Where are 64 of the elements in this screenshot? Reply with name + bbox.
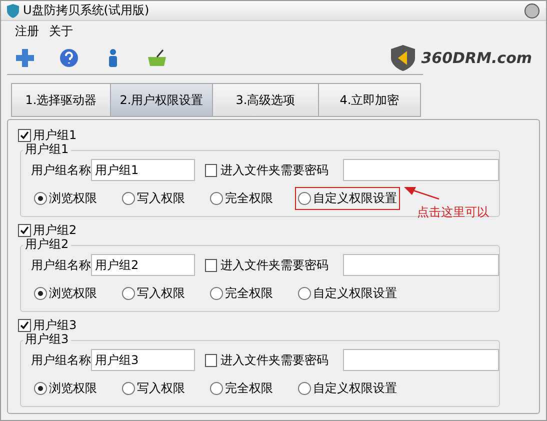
close-icon[interactable] xyxy=(524,2,540,19)
radio-label: 完全权限 xyxy=(225,380,273,397)
radio-label: 浏览权限 xyxy=(49,190,97,207)
window-title: U盘防拷贝系统(试用版) xyxy=(23,2,150,20)
frame-legend: 用户组3 xyxy=(23,332,71,346)
radio-button[interactable] xyxy=(34,192,47,205)
radio-button[interactable] xyxy=(210,382,223,395)
radio-button[interactable] xyxy=(122,382,135,395)
tab[interactable]: 2.用户权限设置 xyxy=(111,83,213,117)
radio-label: 完全权限 xyxy=(225,285,273,302)
shield-icon xyxy=(7,4,19,18)
group-checkbox[interactable] xyxy=(18,224,31,236)
radio-label: 写入权限 xyxy=(137,190,185,207)
help-icon[interactable] xyxy=(59,48,79,68)
logo-text: 360DRM.com xyxy=(421,49,532,68)
radio-label: 完全权限 xyxy=(225,190,273,207)
radio-label: 自定义权限设置 xyxy=(313,380,397,397)
tab[interactable]: 4.立即加密 xyxy=(319,83,421,117)
logo-icon xyxy=(391,45,416,72)
password-field[interactable] xyxy=(343,159,500,181)
checkbox-label: 用户组3 xyxy=(33,316,77,333)
frame-legend: 用户组2 xyxy=(23,237,71,251)
radio-label: 自定义权限设置 xyxy=(313,190,397,207)
group-name-field[interactable]: 用户组1 xyxy=(91,159,195,181)
checkbox-label: 进入文件夹需要密码 xyxy=(220,162,330,178)
radio-button[interactable] xyxy=(122,192,135,205)
tab[interactable]: 1.选择驱动器 xyxy=(11,83,111,117)
menu-item[interactable]: 注册 xyxy=(15,23,39,40)
radio-button[interactable] xyxy=(210,287,223,300)
radio-label: 写入权限 xyxy=(137,285,185,302)
group-checkbox[interactable] xyxy=(18,128,31,142)
tab[interactable]: 3.高级选项 xyxy=(213,83,319,117)
basket-icon[interactable] xyxy=(147,48,167,68)
radio-button[interactable] xyxy=(298,382,311,395)
radio-label: 自定义权限设置 xyxy=(313,285,397,302)
radio-button[interactable] xyxy=(34,287,47,300)
field-label: 用户组名称 xyxy=(31,256,91,274)
radio-label: 写入权限 xyxy=(137,380,185,397)
field-label: 用户组名称 xyxy=(31,352,91,368)
group-name-field[interactable]: 用户组2 xyxy=(91,254,195,276)
group-checkbox[interactable] xyxy=(18,318,31,332)
checkbox-label: 用户组2 xyxy=(33,222,77,238)
checkbox-label: 进入文件夹需要密码 xyxy=(220,352,330,368)
password-checkbox[interactable] xyxy=(204,164,218,176)
radio-label: 浏览权限 xyxy=(49,285,97,302)
radio-button[interactable] xyxy=(122,287,135,300)
password-field[interactable] xyxy=(343,254,500,276)
annotation-text: 点击这里可以 xyxy=(417,204,489,221)
group-name-field[interactable]: 用户组3 xyxy=(91,349,195,371)
password-checkbox[interactable] xyxy=(204,354,218,366)
frame-legend: 用户组1 xyxy=(23,142,71,156)
radio-button[interactable] xyxy=(298,287,311,300)
checkbox-label: 用户组1 xyxy=(33,126,77,143)
menu-item[interactable]: 关于 xyxy=(49,23,73,40)
radio-label: 浏览权限 xyxy=(49,380,97,397)
checkbox-label: 进入文件夹需要密码 xyxy=(220,256,330,274)
password-checkbox[interactable] xyxy=(204,258,218,272)
radio-button[interactable] xyxy=(34,382,47,395)
add-icon[interactable] xyxy=(15,48,35,68)
radio-button[interactable] xyxy=(210,192,223,205)
password-field[interactable] xyxy=(343,349,500,371)
field-label: 用户组名称 xyxy=(31,162,91,178)
annotation-arrow xyxy=(404,186,440,200)
radio-button[interactable] xyxy=(298,192,311,205)
